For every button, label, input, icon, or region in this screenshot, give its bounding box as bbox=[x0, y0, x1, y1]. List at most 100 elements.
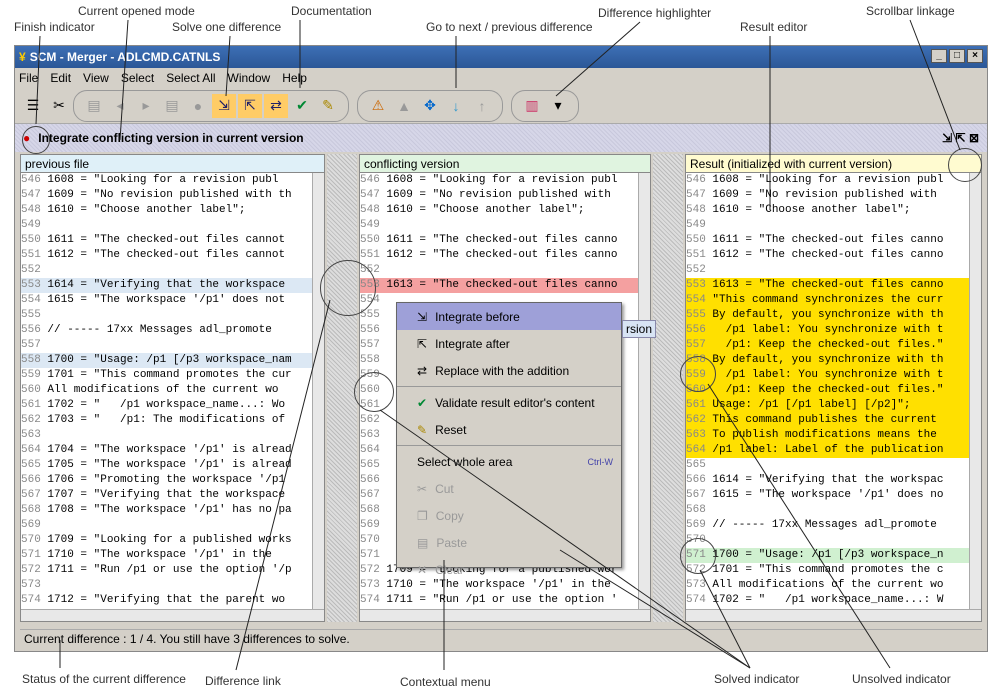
code-line[interactable]: 562 1703 = " /p1: The modifications of bbox=[21, 413, 324, 428]
code-line[interactable]: 572 1701 = "This command promotes the c bbox=[686, 563, 981, 578]
code-line[interactable]: 568 1708 = "The workspace '/p1' has no p… bbox=[21, 503, 324, 518]
code-line[interactable]: 546 1608 = "Looking for a revision publ bbox=[21, 173, 324, 188]
code-line[interactable]: 551 1612 = "The checked-out files cannot bbox=[21, 248, 324, 263]
code-line[interactable]: 565 bbox=[686, 458, 981, 473]
code-line[interactable]: 569 // ----- 17xx Messages adl_promote bbox=[686, 518, 981, 533]
code-line[interactable]: 547 1609 = "No revision published with t… bbox=[21, 188, 324, 203]
vertical-scrollbar[interactable] bbox=[969, 173, 981, 609]
code-line[interactable]: 558 By default, you synchronize with th bbox=[686, 353, 981, 368]
code-line[interactable]: 564 1704 = "The workspace '/p1' is alrea… bbox=[21, 443, 324, 458]
ann-status: Status of the current difference bbox=[22, 672, 186, 686]
code-line[interactable]: 574 1712 = "Verifying that the parent wo bbox=[21, 593, 324, 608]
ann-editor: Result editor bbox=[740, 20, 808, 34]
paste-item[interactable]: ▤ Paste bbox=[397, 529, 621, 556]
line-number: 550 bbox=[21, 234, 48, 246]
code-line[interactable]: 560 All modifications of the current wo bbox=[21, 383, 324, 398]
line-number: 567 bbox=[686, 489, 713, 501]
code-line[interactable]: 553 1613 = "The checked-out files canno bbox=[686, 278, 981, 293]
code-line[interactable]: 561 Usage: /p1 [/p1 label] [/p2]"; bbox=[686, 398, 981, 413]
result-pane[interactable]: Result (initialized with current version… bbox=[685, 154, 982, 622]
select-whole-item[interactable]: Select whole area Ctrl-W bbox=[397, 448, 621, 475]
code-line[interactable]: 546 1608 = "Looking for a revision publ bbox=[360, 173, 650, 188]
horizontal-scrollbar[interactable] bbox=[686, 609, 981, 621]
code-line[interactable]: 549 bbox=[686, 218, 981, 233]
code-line[interactable]: 573 All modifications of the current wo bbox=[686, 578, 981, 593]
code-line[interactable]: 548 1610 = "Choose another label"; bbox=[360, 203, 650, 218]
code-line[interactable]: 550 1611 = "The checked-out files cannot bbox=[21, 233, 324, 248]
link-gutter bbox=[327, 154, 357, 622]
code-line[interactable]: 574 1711 = "Run /p1 or use the option ' bbox=[360, 593, 650, 608]
code-line[interactable]: 571 1700 = "Usage: /p1 [/p3 workspace_n bbox=[686, 548, 981, 563]
code-line[interactable]: 559 /p1 label: You synchronize with t bbox=[686, 368, 981, 383]
reset-item[interactable]: ✎ Reset bbox=[397, 416, 621, 443]
code-line[interactable]: 563 To publish modifications means the bbox=[686, 428, 981, 443]
code-line[interactable]: 567 1615 = "The workspace '/p1' does no bbox=[686, 488, 981, 503]
line-number: 571 bbox=[21, 549, 48, 561]
code-line[interactable]: 562 This command publishes the current bbox=[686, 413, 981, 428]
validate-item[interactable]: ✔ Validate result editor's content bbox=[397, 389, 621, 416]
code-line[interactable]: 555 By default, you synchronize with th bbox=[686, 308, 981, 323]
code-line[interactable]: 560 /p1: Keep the checked-out files." bbox=[686, 383, 981, 398]
code-line[interactable]: 565 1705 = "The workspace '/p1' is alrea… bbox=[21, 458, 324, 473]
code-line[interactable]: 556 // ----- 17xx Messages adl_promote bbox=[21, 323, 324, 338]
vertical-scrollbar[interactable] bbox=[638, 173, 650, 609]
code-area[interactable]: 546 1608 = "Looking for a revision publ 5… bbox=[686, 173, 981, 608]
code-line[interactable]: 554 "This command synchronizes the curr bbox=[686, 293, 981, 308]
line-number: 563 bbox=[21, 429, 48, 441]
code-line[interactable]: 546 1608 = "Looking for a revision publ bbox=[686, 173, 981, 188]
code-line[interactable]: 549 bbox=[21, 218, 324, 233]
line-number: 568 bbox=[360, 504, 387, 516]
line-text: 1711 = "Run /p1 or use the option ' bbox=[386, 594, 618, 606]
code-line[interactable]: 570 bbox=[686, 533, 981, 548]
code-line[interactable]: 552 bbox=[21, 263, 324, 278]
code-line[interactable]: 568 bbox=[686, 503, 981, 518]
cut-item[interactable]: ✂ Cut bbox=[397, 475, 621, 502]
code-line[interactable]: 559 1701 = "This command promotes the cu… bbox=[21, 368, 324, 383]
code-line[interactable]: 552 bbox=[686, 263, 981, 278]
line-number: 560 bbox=[21, 384, 48, 396]
code-line[interactable]: 547 1609 = "No revision published with bbox=[360, 188, 650, 203]
code-line[interactable]: 569 bbox=[21, 518, 324, 533]
code-line[interactable]: 573 bbox=[21, 578, 324, 593]
check-icon: ✔ bbox=[417, 395, 428, 410]
code-line[interactable]: 553 1613 = "The checked-out files canno bbox=[360, 278, 650, 293]
code-line[interactable]: 549 bbox=[360, 218, 650, 233]
code-line[interactable]: 557 bbox=[21, 338, 324, 353]
code-line[interactable]: 548 1610 = "Choose another label"; bbox=[686, 203, 981, 218]
code-area[interactable]: 546 1608 = "Looking for a revision publ 5… bbox=[21, 173, 324, 608]
code-line[interactable]: 550 1611 = "The checked-out files canno bbox=[686, 233, 981, 248]
code-line[interactable]: 567 1707 = "Verifying that the workspace bbox=[21, 488, 324, 503]
replace-item[interactable]: ⇄ Replace with the addition bbox=[397, 357, 621, 384]
code-line[interactable]: 553 1614 = "Verifying that the workspace bbox=[21, 278, 324, 293]
code-line[interactable]: 566 1706 = "Promoting the workspace '/p1 bbox=[21, 473, 324, 488]
line-text: // ----- 17xx Messages adl_promote bbox=[47, 324, 272, 336]
clear-item[interactable]: ✕ Clear bbox=[397, 556, 621, 583]
code-line[interactable]: 563 bbox=[21, 428, 324, 443]
code-line[interactable]: 547 1609 = "No revision published with bbox=[686, 188, 981, 203]
code-line[interactable]: 555 bbox=[21, 308, 324, 323]
code-line[interactable]: 561 1702 = " /p1 workspace_name...: Wo bbox=[21, 398, 324, 413]
code-line[interactable]: 551 1612 = "The checked-out files canno bbox=[360, 248, 650, 263]
vertical-scrollbar[interactable] bbox=[312, 173, 324, 609]
code-line[interactable]: 556 /p1 label: You synchronize with t bbox=[686, 323, 981, 338]
horizontal-scrollbar[interactable] bbox=[360, 609, 650, 621]
code-line[interactable]: 554 1615 = "The workspace '/p1' does not bbox=[21, 293, 324, 308]
code-line[interactable]: 570 1709 = "Looking for a published work… bbox=[21, 533, 324, 548]
code-line[interactable]: 574 1702 = " /p1 workspace_name...: W bbox=[686, 593, 981, 608]
code-line[interactable]: 557 /p1: Keep the checked-out files." bbox=[686, 338, 981, 353]
code-line[interactable]: 571 1710 = "The workspace '/p1' in the bbox=[21, 548, 324, 563]
copy-item[interactable]: ❐ Copy bbox=[397, 502, 621, 529]
code-line[interactable]: 550 1611 = "The checked-out files canno bbox=[360, 233, 650, 248]
code-line[interactable]: 552 bbox=[360, 263, 650, 278]
line-text: /p1: Keep the checked-out files." bbox=[712, 384, 944, 396]
code-line[interactable]: 564 /p1 label: Label of the publication bbox=[686, 443, 981, 458]
code-line[interactable]: 551 1612 = "The checked-out files canno bbox=[686, 248, 981, 263]
code-line[interactable]: 566 1614 = "Verifying that the workspac bbox=[686, 473, 981, 488]
integrate-before-item[interactable]: ⇲ Integrate before bbox=[397, 303, 621, 330]
code-line[interactable]: 558 1700 = "Usage: /p1 [/p3 workspace_na… bbox=[21, 353, 324, 368]
code-line[interactable]: 572 1711 = "Run /p1 or use the option '/… bbox=[21, 563, 324, 578]
code-line[interactable]: 548 1610 = "Choose another label"; bbox=[21, 203, 324, 218]
horizontal-scrollbar[interactable] bbox=[21, 609, 324, 621]
integrate-after-item[interactable]: ⇱ Integrate after bbox=[397, 330, 621, 357]
previous-file-pane[interactable]: previous file 546 1608 = "Looking for a … bbox=[20, 154, 325, 622]
